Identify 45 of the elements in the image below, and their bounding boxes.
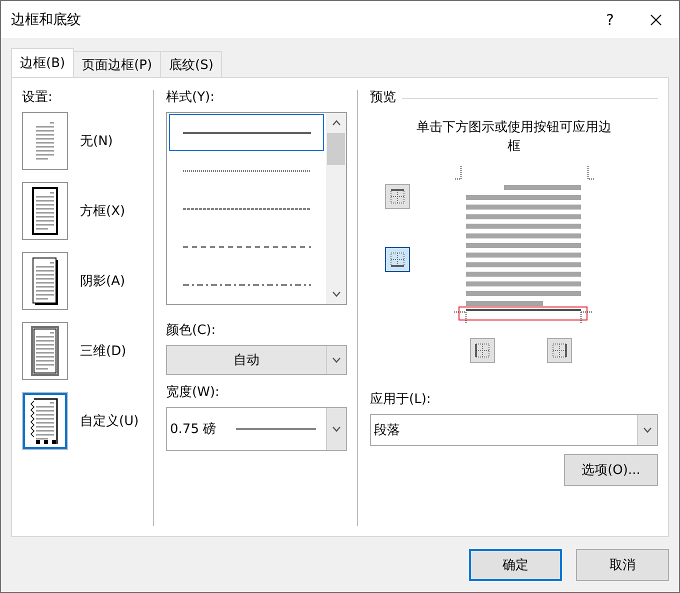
chevron-down-icon [332, 291, 341, 297]
page-preview-drawing[interactable] [454, 166, 594, 326]
apply-to-label: 应用于(L): [370, 392, 432, 408]
width-label: 宽度(W): [166, 385, 220, 401]
help-button[interactable]: ? [587, 2, 633, 38]
setting-label[interactable]: 三维(D) [80, 342, 126, 360]
cancel-button[interactable]: 取消 [576, 549, 669, 581]
line-style-list[interactable] [166, 112, 348, 305]
preview-hint: 单击下方图示或使用按钮可应用边框 [416, 119, 612, 156]
bottom-border-icon [388, 250, 407, 269]
scroll-thumb[interactable] [327, 133, 346, 165]
border-setting-icon[interactable] [22, 392, 68, 450]
chevron-down-icon [332, 357, 342, 363]
apply-to-dropdown[interactable]: 段落 [370, 414, 658, 446]
setting-label[interactable]: 方框(X) [80, 202, 126, 220]
color-label: 颜色(C): [166, 323, 217, 339]
border-toggle-button[interactable] [470, 338, 495, 363]
setting-label[interactable]: 自定义(U) [80, 412, 139, 430]
options-button[interactable]: 选项(O)... [564, 454, 658, 486]
settings-label: 设置: [22, 90, 54, 106]
border-toggle-button[interactable] [385, 247, 410, 272]
close-icon [650, 14, 662, 26]
color-dropdown[interactable]: 自动 [166, 345, 348, 375]
chevron-down-icon [643, 427, 652, 433]
style-label: 样式(Y): [166, 90, 216, 106]
tab[interactable]: 边框(B) [11, 48, 74, 77]
left-border-icon [473, 341, 492, 360]
border-setting-icon[interactable] [22, 252, 68, 310]
border-toggle-button[interactable] [385, 184, 410, 209]
border-toggle-button[interactable] [547, 338, 572, 363]
border-setting-icon[interactable] [22, 322, 68, 380]
right-border-icon [550, 341, 569, 360]
width-dropdown[interactable]: 0.75 磅 [166, 407, 348, 451]
window-title: 边框和底纹 [11, 10, 82, 28]
top-border-icon [388, 187, 407, 206]
chevron-up-icon [332, 120, 341, 126]
line-style-item[interactable] [169, 114, 324, 151]
tab[interactable]: 底纹(S) [160, 51, 222, 77]
ok-button[interactable]: 确定 [469, 549, 562, 581]
scrollbar[interactable] [326, 113, 346, 304]
border-setting-icon[interactable] [22, 182, 68, 240]
preview-label: 预览 [370, 90, 396, 106]
setting-label[interactable]: 阴影(A) [80, 272, 126, 290]
chevron-down-icon [332, 426, 342, 432]
setting-label[interactable]: 无(N) [80, 132, 113, 150]
